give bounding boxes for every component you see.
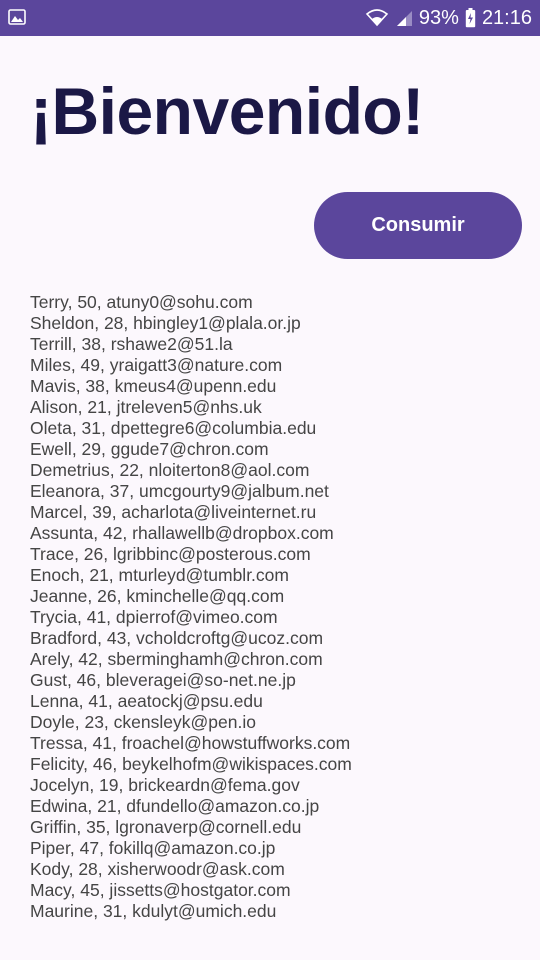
page-title: ¡Bienvenido! [30,74,424,148]
battery-percent: 93% [418,6,459,29]
list-item: Assunta, 42, rhallawellb@dropbox.com [30,523,334,543]
list-item: Lenna, 41, aeatockj@psu.edu [30,691,263,711]
list-item: Edwina, 21, dfundello@amazon.co.jp [30,796,320,816]
list-item: Arely, 42, sberminghamh@chron.com [30,649,323,669]
people-list: Terry, 50, atuny0@sohu.com Sheldon, 28, h… [30,292,530,922]
clock: 21:16 [481,6,532,29]
list-item: Terrill, 38, rshawe2@51.la [30,334,233,354]
list-item: Eleanora, 37, umcgourty9@jalbum.net [30,481,329,501]
list-item: Jeanne, 26, kminchelle@qq.com [30,586,285,606]
list-item: Doyle, 23, ckensleyk@pen.io [30,712,256,732]
consume-button[interactable]: Consumir [314,192,522,259]
list-item: Oleta, 31, dpettegre6@columbia.edu [30,418,317,438]
status-indicators: 93% 21:16 [365,0,532,36]
wifi-icon [365,9,389,27]
list-item: Ewell, 29, ggude7@chron.com [30,439,269,459]
list-item: Piper, 47, fokillq@amazon.co.jp [30,838,276,858]
battery-charging-icon [465,8,476,28]
image-icon [8,8,26,26]
list-item: Enoch, 21, mturleyd@tumblr.com [30,565,289,585]
list-item: Maurine, 31, kdulyt@umich.edu [30,901,277,921]
list-item: Jocelyn, 19, brickeardn@fema.gov [30,775,300,795]
list-item: Marcel, 39, acharlota@liveinternet.ru [30,502,317,522]
list-item: Sheldon, 28, hbingley1@plala.or.jp [30,313,301,333]
list-item: Trycia, 41, dpierrof@vimeo.com [30,607,278,627]
status-bar: 93% 21:16 [0,0,540,36]
list-item: Terry, 50, atuny0@sohu.com [30,292,253,312]
list-item: Griffin, 35, lgronaverp@cornell.edu [30,817,302,837]
list-item: Demetrius, 22, nloiterton8@aol.com [30,460,310,480]
list-item: Gust, 46, bleveragei@so-net.ne.jp [30,670,296,690]
list-item: Kody, 28, xisherwoodr@ask.com [30,859,285,879]
list-item: Alison, 21, jtreleven5@nhs.uk [30,397,262,417]
signal-icon [395,9,413,27]
list-item: Mavis, 38, kmeus4@upenn.edu [30,376,277,396]
list-item: Bradford, 43, vcholdcroftg@ucoz.com [30,628,324,648]
list-item: Trace, 26, lgribbinc@posterous.com [30,544,311,564]
list-item: Miles, 49, yraigatt3@nature.com [30,355,283,375]
list-item: Felicity, 46, beykelhofm@wikispaces.com [30,754,352,774]
list-item: Tressa, 41, froachel@howstuffworks.com [30,733,351,753]
list-item: Macy, 45, jissetts@hostgator.com [30,880,291,900]
